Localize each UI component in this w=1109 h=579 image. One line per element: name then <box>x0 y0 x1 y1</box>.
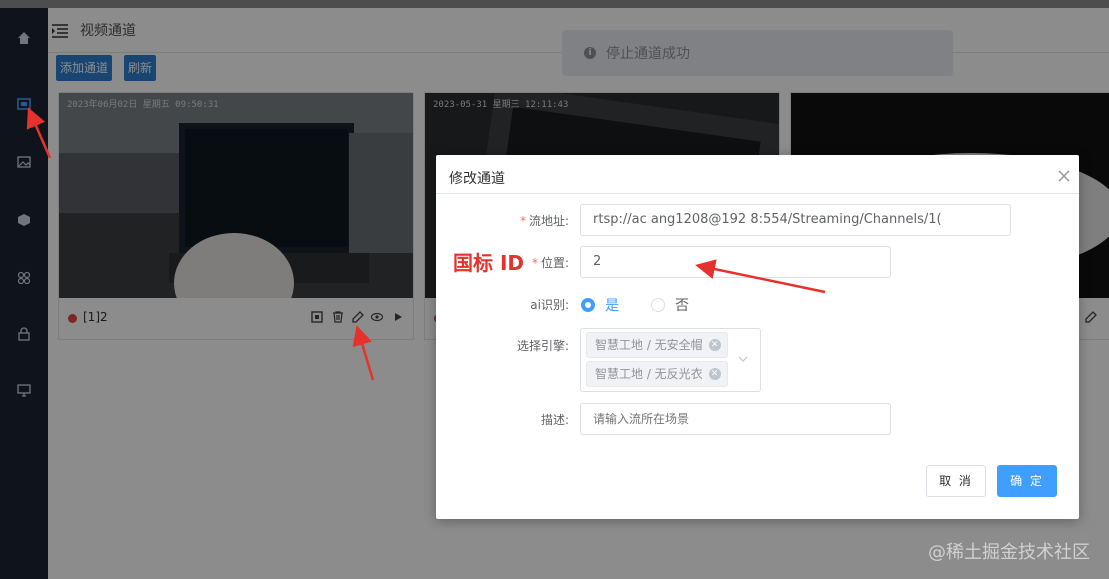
annotation-arrow <box>695 259 826 294</box>
watermark: @稀土掘金技术社区 <box>928 542 1090 563</box>
